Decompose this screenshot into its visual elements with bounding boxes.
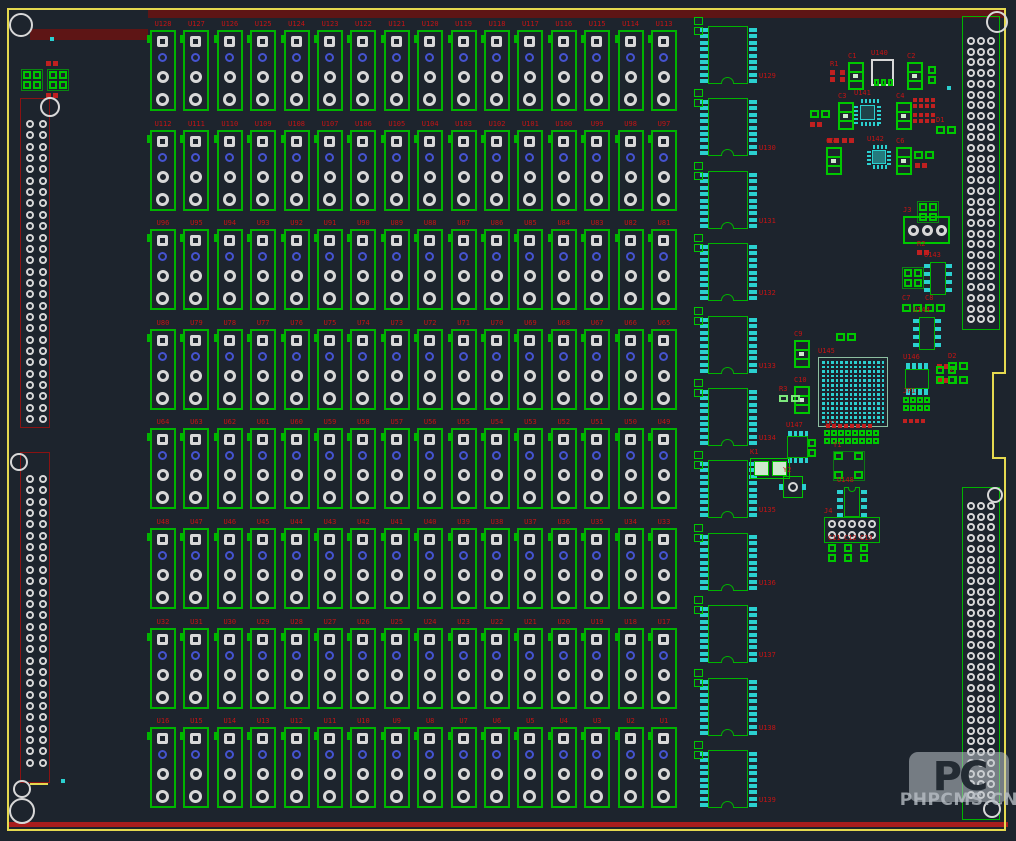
board-outline xyxy=(0,0,1016,841)
mounting-hole xyxy=(9,798,35,824)
watermark-caption: PHPCMS.CN xyxy=(889,790,1016,810)
mounting-hole xyxy=(9,13,33,37)
mounting-hole xyxy=(986,11,1008,33)
mounting-hole xyxy=(40,97,60,117)
mounting-hole xyxy=(13,780,31,798)
watermark: PC PHPCMS.CN xyxy=(903,748,1015,818)
mounting-hole xyxy=(10,453,28,471)
pcb-canvas: PC PHPCMS.CN U128U127U126U125U124U123U12… xyxy=(0,0,1016,841)
mounting-hole xyxy=(987,487,1003,503)
